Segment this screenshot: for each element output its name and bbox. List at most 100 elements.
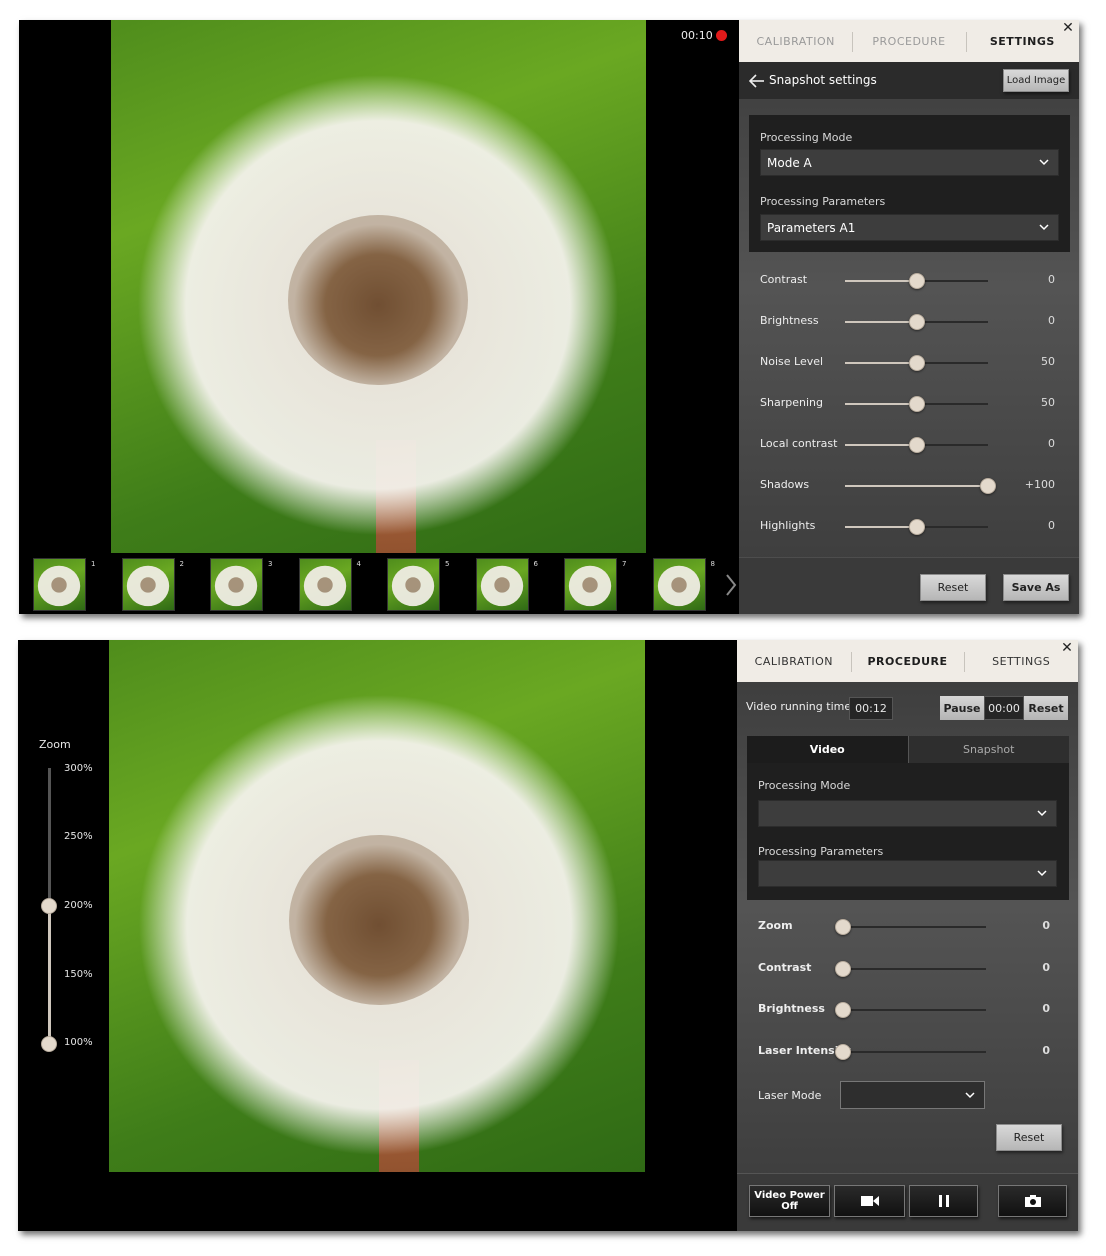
slider-knob[interactable]: [909, 314, 925, 330]
thumbnail[interactable]: [564, 558, 617, 611]
zoom-slider-bottom-knob: [41, 1036, 57, 1052]
slider-knob[interactable]: [835, 919, 851, 935]
subtab-snapshot[interactable]: Snapshot: [907, 736, 1069, 763]
slider-fill: [845, 526, 917, 528]
slider-value: 0: [1042, 1043, 1050, 1057]
thumbnail[interactable]: [33, 558, 86, 611]
slider-track[interactable]: [845, 519, 988, 535]
thumbnail-number: 7: [622, 560, 627, 568]
slider-knob[interactable]: [909, 355, 925, 371]
zoom-slider-knob[interactable]: [41, 898, 57, 914]
slider-track[interactable]: [845, 396, 988, 412]
reset-button[interactable]: Reset: [996, 1124, 1062, 1151]
video-power-off-button[interactable]: Video Power Off: [749, 1185, 830, 1217]
back-arrow-icon[interactable]: [748, 73, 765, 88]
processing-params-label: Processing Parameters: [758, 845, 884, 858]
close-icon[interactable]: ✕: [1061, 21, 1075, 35]
slider-track[interactable]: [835, 960, 986, 977]
slider-row: Zoom 0: [737, 916, 1078, 936]
slider-row: Shadows +100: [739, 475, 1079, 495]
slider-value: 0: [1048, 519, 1055, 532]
slider-fill: [845, 362, 917, 364]
slider-knob[interactable]: [909, 273, 925, 289]
slider-track[interactable]: [835, 1043, 986, 1060]
slider-track[interactable]: [845, 273, 988, 289]
reset-button[interactable]: Reset: [920, 574, 986, 601]
save-as-button[interactable]: Save As: [1003, 574, 1069, 601]
slider-knob[interactable]: [835, 1002, 851, 1018]
tab-calibration[interactable]: CALIBRATION: [739, 20, 852, 62]
subtab-video[interactable]: Video: [747, 736, 908, 763]
slider-knob[interactable]: [835, 960, 851, 977]
settings-panel: CALIBRATION PROCEDURE SETTINGS ✕ Snapsho…: [739, 20, 1079, 614]
slider-row: Noise Level 50: [739, 352, 1079, 372]
procedure-screen: Zoom 300% 250% 200% 150% 100% CALIBRATIO…: [18, 640, 1078, 1231]
slider-fill: [845, 280, 917, 282]
processing-mode-label: Processing Mode: [760, 131, 853, 144]
slider-value: 0: [1048, 314, 1055, 327]
slider-track[interactable]: [845, 478, 996, 494]
live-image: [109, 640, 645, 1172]
slider-label: Shadows: [760, 478, 810, 491]
slider-knob[interactable]: [835, 1043, 851, 1060]
zoom-tick: 300%: [64, 763, 93, 774]
chevron-right-icon[interactable]: [724, 573, 738, 597]
chevron-down-icon: [965, 1092, 975, 1099]
slider-track[interactable]: [835, 1002, 986, 1018]
processing-mode-label: Processing Mode: [758, 779, 851, 792]
chevron-down-icon: [1039, 159, 1049, 166]
close-icon[interactable]: ✕: [1060, 641, 1074, 655]
pause-icon: [938, 1195, 949, 1207]
processing-params-select[interactable]: Parameters A1: [760, 214, 1059, 241]
slider-value: 0: [1042, 960, 1050, 974]
chevron-down-icon: [1039, 224, 1049, 231]
pause-video-button[interactable]: [909, 1185, 978, 1217]
thumbnail[interactable]: [387, 558, 440, 611]
slider-knob[interactable]: [980, 478, 996, 494]
thumbnail[interactable]: [121, 558, 175, 611]
tab-calibration[interactable]: CALIBRATION: [737, 640, 851, 682]
thumbnail-number: 1: [91, 560, 96, 568]
zoom-tick: 200%: [64, 900, 93, 911]
tab-procedure[interactable]: PROCEDURE: [852, 20, 965, 62]
laser-mode-label: Laser Mode: [758, 1089, 822, 1102]
slider-knob[interactable]: [909, 437, 925, 453]
snapshot-button[interactable]: [998, 1185, 1067, 1217]
zoom-tick: 100%: [64, 1037, 93, 1048]
thumbnail[interactable]: [652, 558, 706, 611]
thumbnail[interactable]: [298, 558, 352, 611]
slider-row: Contrast 0: [739, 270, 1079, 290]
slider-track[interactable]: [845, 355, 988, 371]
slider-knob[interactable]: [909, 396, 925, 412]
snapshot-settings-screen: 00:10 1 2 3 4 5 6 7 8 CALIBRATION PROCEDURE SET…: [19, 20, 1079, 614]
processing-mode-select[interactable]: Mode A: [760, 149, 1059, 176]
slider-knob[interactable]: [909, 519, 925, 535]
slider-fill: [845, 485, 988, 487]
slider-track[interactable]: [845, 314, 988, 330]
slider-value: 0: [1048, 437, 1055, 450]
slider-track[interactable]: [835, 919, 986, 935]
thumbnail-number: 5: [445, 560, 450, 568]
pause-timer-button[interactable]: Pause: [940, 696, 984, 720]
tab-procedure[interactable]: PROCEDURE: [850, 640, 965, 682]
record-video-button[interactable]: [834, 1185, 905, 1217]
load-image-button[interactable]: Load Image: [1003, 69, 1069, 92]
reset-timer-button[interactable]: Reset: [1024, 696, 1068, 720]
slider-value: +100: [1024, 478, 1055, 491]
panel-tabs: CALIBRATION PROCEDURE SETTINGS: [737, 640, 1078, 682]
processing-params-select[interactable]: [758, 860, 1057, 887]
record-indicator: [716, 30, 727, 41]
slider-track[interactable]: [845, 437, 988, 453]
live-image: [111, 20, 646, 553]
panel-header: Snapshot settings Load Image: [739, 62, 1079, 99]
slider-value: 0: [1042, 919, 1050, 932]
slider-value: 0: [1042, 1002, 1050, 1015]
laser-mode-select[interactable]: [840, 1081, 985, 1109]
zoom-title: Zoom: [39, 738, 71, 751]
video-camera-icon: [860, 1196, 879, 1206]
thumbnail[interactable]: [210, 558, 263, 611]
slider-row: Brightness 0: [739, 311, 1079, 331]
processing-mode-select[interactable]: [758, 800, 1057, 827]
processing-params-value: Parameters A1: [767, 220, 856, 235]
thumbnail[interactable]: [475, 558, 529, 611]
